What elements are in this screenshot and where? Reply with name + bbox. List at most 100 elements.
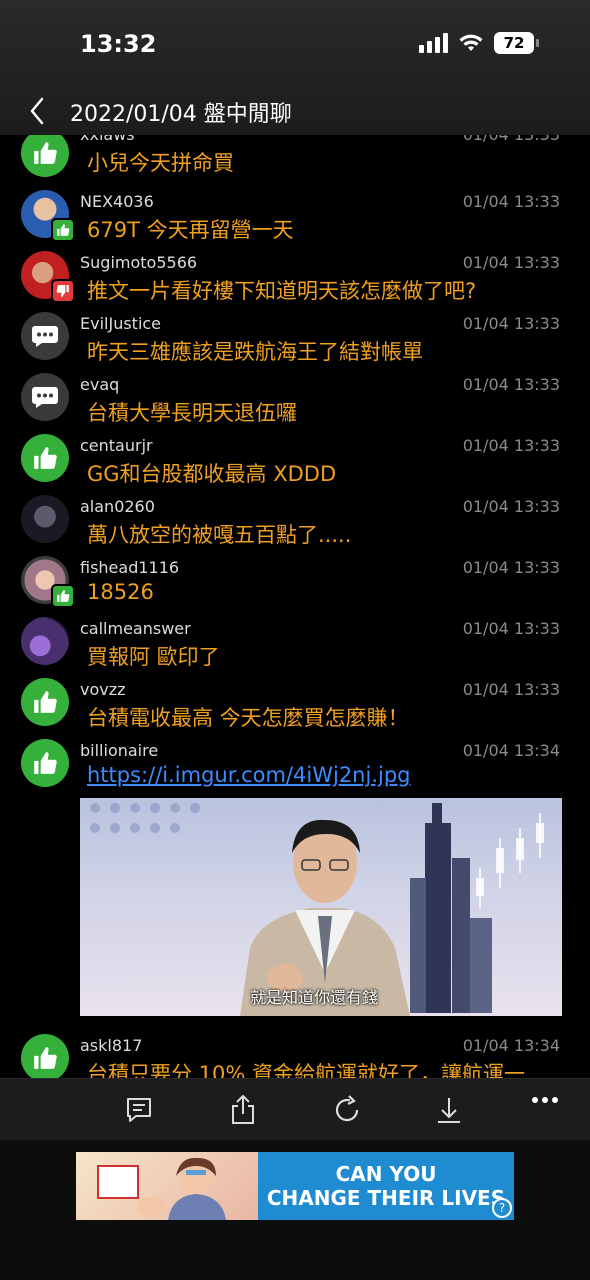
ad-headline-1: CAN YOU [335,1162,437,1186]
username[interactable]: fishead1116 [80,558,179,577]
avatar[interactable] [21,190,75,242]
comment-list[interactable]: xxlaws 01/04 13:33 小兒今天拼命買 NEX4036 01/04… [0,135,590,1078]
like-icon [34,752,57,774]
comment-text: 679T 今天再留營一天 [87,218,294,242]
comment-row: evaq 01/04 13:33 台積大學長明天退伍囉 [0,373,590,434]
avatar[interactable] [21,373,69,421]
comment-row: billionaire 01/04 13:34 https://i.imgur.… [0,739,590,800]
avatar[interactable] [21,434,69,482]
username[interactable]: EvilJustice [80,314,161,333]
username[interactable]: askl817 [80,1036,142,1055]
comment-time: 01/04 13:33 [462,375,560,394]
thumb-up-icon [57,590,70,602]
top-header: 13:32 72 2022/01/04 盤中閒聊 [0,0,590,135]
comment-icon [32,387,58,408]
status-indicators: 72 [419,32,539,54]
comment-text: 昨天三雄應該是跌航海王了結對帳單 [87,340,423,364]
comment-icon [32,326,58,347]
avatar[interactable] [21,556,75,608]
comment-time: 01/04 13:33 [462,436,560,455]
comment-time: 01/04 13:33 [462,680,560,699]
ad-help-button[interactable]: ? [492,1198,512,1218]
comment-row: EvilJustice 01/04 13:33 昨天三雄應該是跌航海王了結對帳單 [0,312,590,373]
comment-row: Sugimoto5566 01/04 13:33 推文一片看好樓下知道明天該怎麼… [0,251,590,312]
wifi-icon [459,34,483,51]
comment-row: centaurjr 01/04 13:33 GG和台股都收最高 XDDD [0,434,590,495]
thumb-up-badge [51,584,75,608]
comment-text: 台積只要分 10% 資金給航運就好了，讓航運一 [87,1062,526,1078]
comment-text: 台積大學長明天退伍囉 [87,401,297,425]
thumb-down-badge [51,279,75,303]
username[interactable]: alan0260 [80,497,155,516]
avatar[interactable] [21,1034,69,1078]
like-icon [34,142,57,164]
bottom-toolbar [0,1078,590,1140]
avatar[interactable] [21,739,69,787]
thumb-up-icon [57,224,70,236]
comment-text: 買報阿 歐印了 [87,645,220,669]
chevron-left-icon [30,97,44,125]
comment-button[interactable] [122,1093,156,1127]
battery-indicator: 72 [494,32,539,54]
comment-row: xxlaws 01/04 13:33 小兒今天拼命買 [0,135,590,190]
more-button[interactable] [528,1083,562,1117]
comment-text: 推文一片看好樓下知道明天該怎麼做了吧? [87,279,477,303]
comment-text: 18526 [87,580,154,604]
comment-time: 01/04 13:33 [462,192,560,211]
comment-row: callmeanswer 01/04 13:33 買報阿 歐印了 [0,617,590,678]
ad-headline-2: CHANGE THEIR LIVES [266,1186,506,1210]
comment-text: 小兒今天拼命買 [87,151,234,175]
share-button[interactable] [226,1093,260,1127]
avatar[interactable] [21,135,69,177]
comment-time: 01/04 13:34 [462,741,560,760]
avatar[interactable] [21,251,75,303]
comment-time: 01/04 13:33 [462,314,560,333]
username[interactable]: billionaire [80,741,158,760]
image-caption: 就是知道你還有錢 [250,988,379,1007]
download-button[interactable] [432,1093,466,1127]
comment-row: alan0260 01/04 13:33 萬八放空的被嘎五百點了..... [0,495,590,556]
username[interactable]: evaq [80,375,119,394]
comment-row: askl817 01/04 13:34 台積只要分 10% 資金給航運就好了，讓… [0,1034,590,1078]
refresh-button[interactable] [330,1093,364,1127]
cellular-signal-icon [419,33,448,53]
avatar[interactable] [21,678,69,726]
comment-time: 01/04 13:33 [462,253,560,272]
comment-time: 01/04 13:33 [462,497,560,516]
refresh-icon [335,1095,359,1122]
image-preview[interactable]: 就是知道你還有錢 [80,798,562,1016]
comment-icon [127,1098,151,1122]
ad-text-panel: CAN YOU CHANGE THEIR LIVES [258,1152,514,1220]
user-photo [21,495,69,543]
comment-text: GG和台股都收最高 XDDD [87,462,337,486]
ad-area: CAN YOU CHANGE THEIR LIVES ? [0,1140,590,1280]
comment-text: 萬八放空的被嘎五百點了..... [87,523,352,547]
thumb-down-icon [56,285,69,297]
username[interactable]: callmeanswer [80,619,191,638]
comment-time: 01/04 13:33 [463,135,560,144]
comment-time: 01/04 13:34 [462,1036,560,1055]
status-time: 13:32 [80,30,157,58]
ad-illustration [76,1152,258,1220]
image-link[interactable]: https://i.imgur.com/4iWj2nj.jpg [87,763,411,787]
username[interactable]: Sugimoto5566 [80,253,197,272]
like-icon [34,691,57,713]
avatar[interactable] [21,617,69,665]
share-icon [232,1094,254,1124]
avatar[interactable] [21,495,69,543]
comment-time: 01/04 13:33 [462,619,560,638]
comment-row: NEX4036 01/04 13:33 679T 今天再留營一天 [0,190,590,251]
like-icon [34,447,57,469]
avatar[interactable] [21,312,69,360]
username[interactable]: vovzz [80,680,126,699]
page-title: 2022/01/04 盤中閒聊 [70,102,292,127]
username[interactable]: NEX4036 [80,192,154,211]
ad-banner[interactable]: CAN YOU CHANGE THEIR LIVES ? [76,1152,514,1220]
user-photo [21,617,69,665]
comment-row: fishead1116 01/04 13:33 18526 [0,556,590,617]
back-button[interactable] [22,94,52,128]
username[interactable]: centaurjr [80,436,153,455]
comment-text: 台積電收最高 今天怎麼買怎麼賺！ [87,706,409,730]
username[interactable]: xxlaws [80,135,135,144]
more-icon [532,1097,558,1103]
